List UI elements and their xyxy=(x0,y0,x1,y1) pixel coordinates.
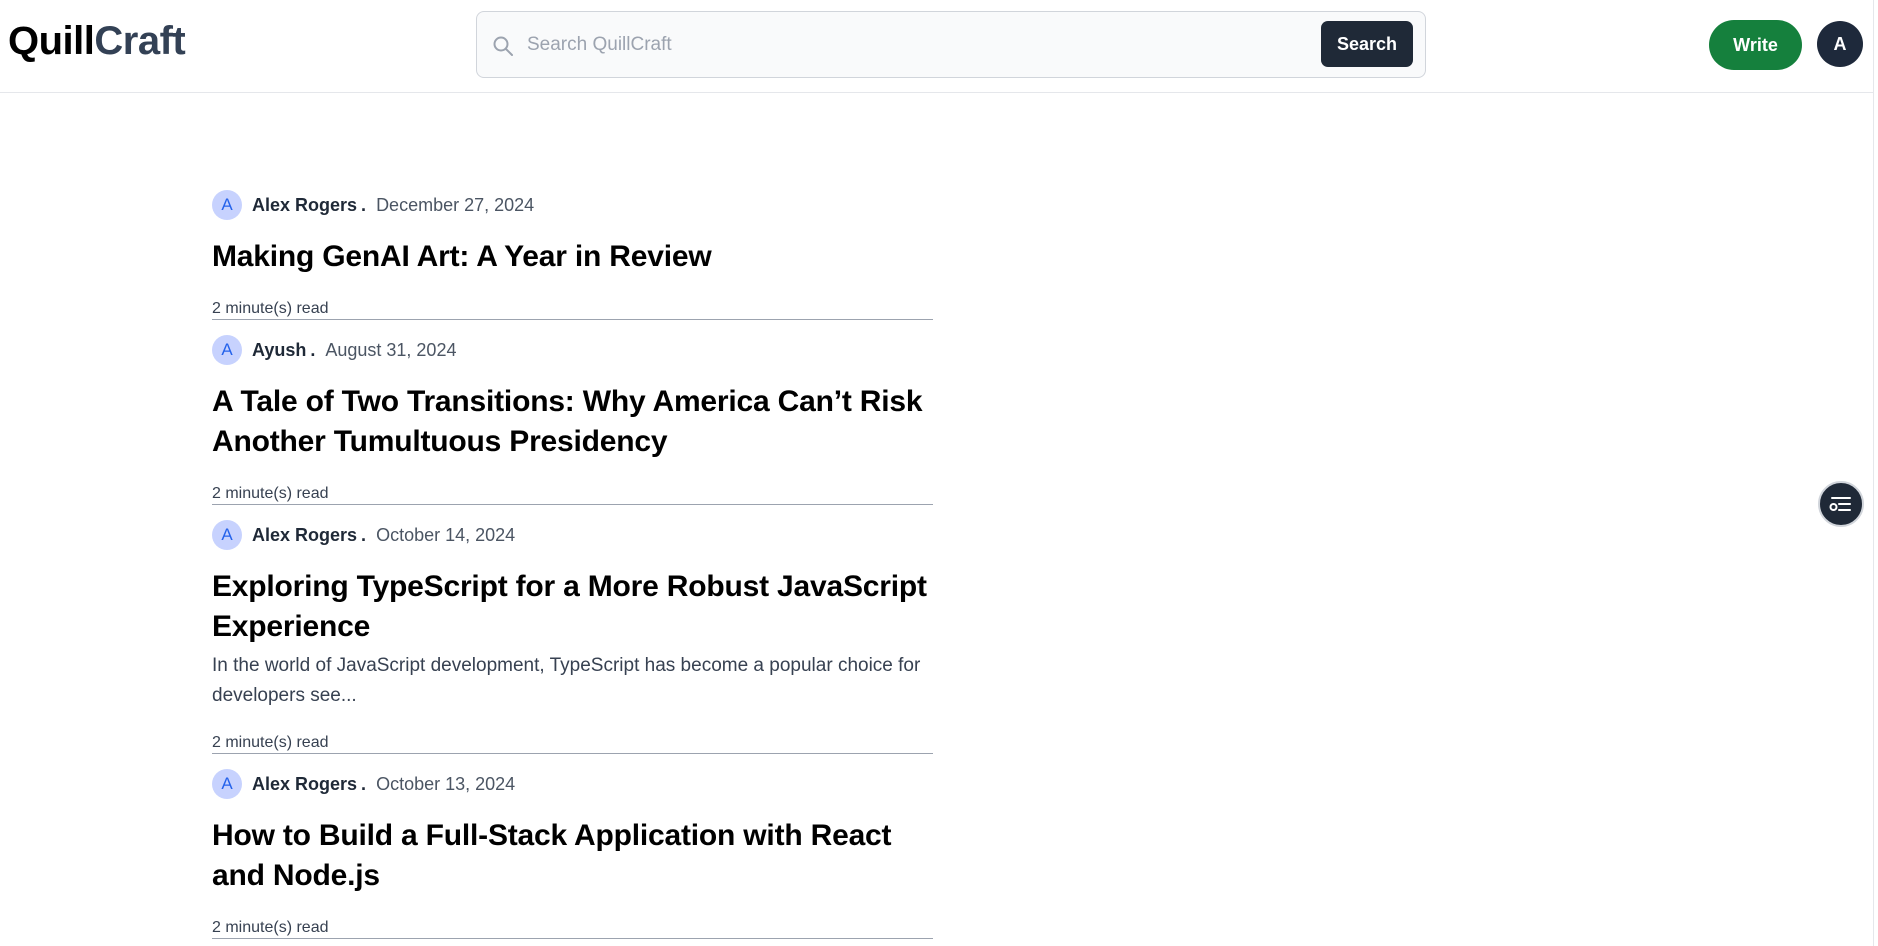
user-avatar[interactable]: A xyxy=(1817,21,1863,67)
post-meta: A Ayush . August 31, 2024 xyxy=(212,334,933,366)
author-avatar[interactable]: A xyxy=(212,190,242,220)
post-date: December 27, 2024 xyxy=(376,194,535,215)
scroll-edge xyxy=(1873,0,1878,946)
post-card[interactable]: A Alex Rogers . October 14, 2024 Explori… xyxy=(212,505,933,754)
post-feed: A Alex Rogers . December 27, 2024 Making… xyxy=(212,175,933,939)
filter-list-icon xyxy=(1829,497,1851,511)
logo-quill-text: Quill xyxy=(8,19,95,63)
post-title[interactable]: A Tale of Two Transitions: Why America C… xyxy=(212,382,933,462)
search-bar: Search xyxy=(476,11,1426,78)
read-time: 2 minute(s) read xyxy=(212,919,329,936)
author-name[interactable]: Ayush xyxy=(252,340,306,361)
meta-separator: . xyxy=(361,194,367,215)
read-time: 2 minute(s) read xyxy=(212,734,329,751)
post-meta: A Alex Rogers . December 27, 2024 xyxy=(212,189,933,221)
filter-fab-button[interactable] xyxy=(1818,481,1864,527)
post-date: October 13, 2024 xyxy=(376,773,516,794)
meta-separator: . xyxy=(310,339,316,360)
author-avatar[interactable]: A xyxy=(212,769,242,799)
post-excerpt: In the world of JavaScript development, … xyxy=(212,655,921,706)
post-card[interactable]: A Ayush . August 31, 2024 A Tale of Two … xyxy=(212,320,933,505)
meta-separator: . xyxy=(361,773,367,794)
post-meta: A Alex Rogers . October 14, 2024 xyxy=(212,519,933,551)
post-date: August 31, 2024 xyxy=(325,339,457,360)
post-meta: A Alex Rogers . October 13, 2024 xyxy=(212,768,933,800)
post-date: October 14, 2024 xyxy=(376,524,516,545)
post-card[interactable]: A Alex Rogers . October 13, 2024 How to … xyxy=(212,754,933,939)
read-time: 2 minute(s) read xyxy=(212,300,329,317)
author-name[interactable]: Alex Rogers xyxy=(252,525,357,546)
search-button[interactable]: Search xyxy=(1321,21,1413,67)
post-title[interactable]: Exploring TypeScript for a More Robust J… xyxy=(212,567,933,647)
author-avatar[interactable]: A xyxy=(212,520,242,550)
search-icon xyxy=(493,36,513,56)
search-input[interactable] xyxy=(527,26,1287,64)
post-title[interactable]: How to Build a Full-Stack Application wi… xyxy=(212,816,933,896)
logo-craft-text: Craft xyxy=(94,19,186,63)
meta-separator: . xyxy=(361,524,367,545)
write-button[interactable]: Write xyxy=(1709,20,1802,70)
post-title[interactable]: Making GenAI Art: A Year in Review xyxy=(212,237,933,277)
top-header: QuillCraft Search Write A xyxy=(0,0,1878,93)
post-card[interactable]: A Alex Rogers . December 27, 2024 Making… xyxy=(212,175,933,320)
author-name[interactable]: Alex Rogers xyxy=(252,774,357,795)
author-avatar[interactable]: A xyxy=(212,335,242,365)
author-name[interactable]: Alex Rogers xyxy=(252,195,357,216)
read-time: 2 minute(s) read xyxy=(212,485,329,502)
quillcraft-logo[interactable]: QuillCraft xyxy=(8,18,186,64)
